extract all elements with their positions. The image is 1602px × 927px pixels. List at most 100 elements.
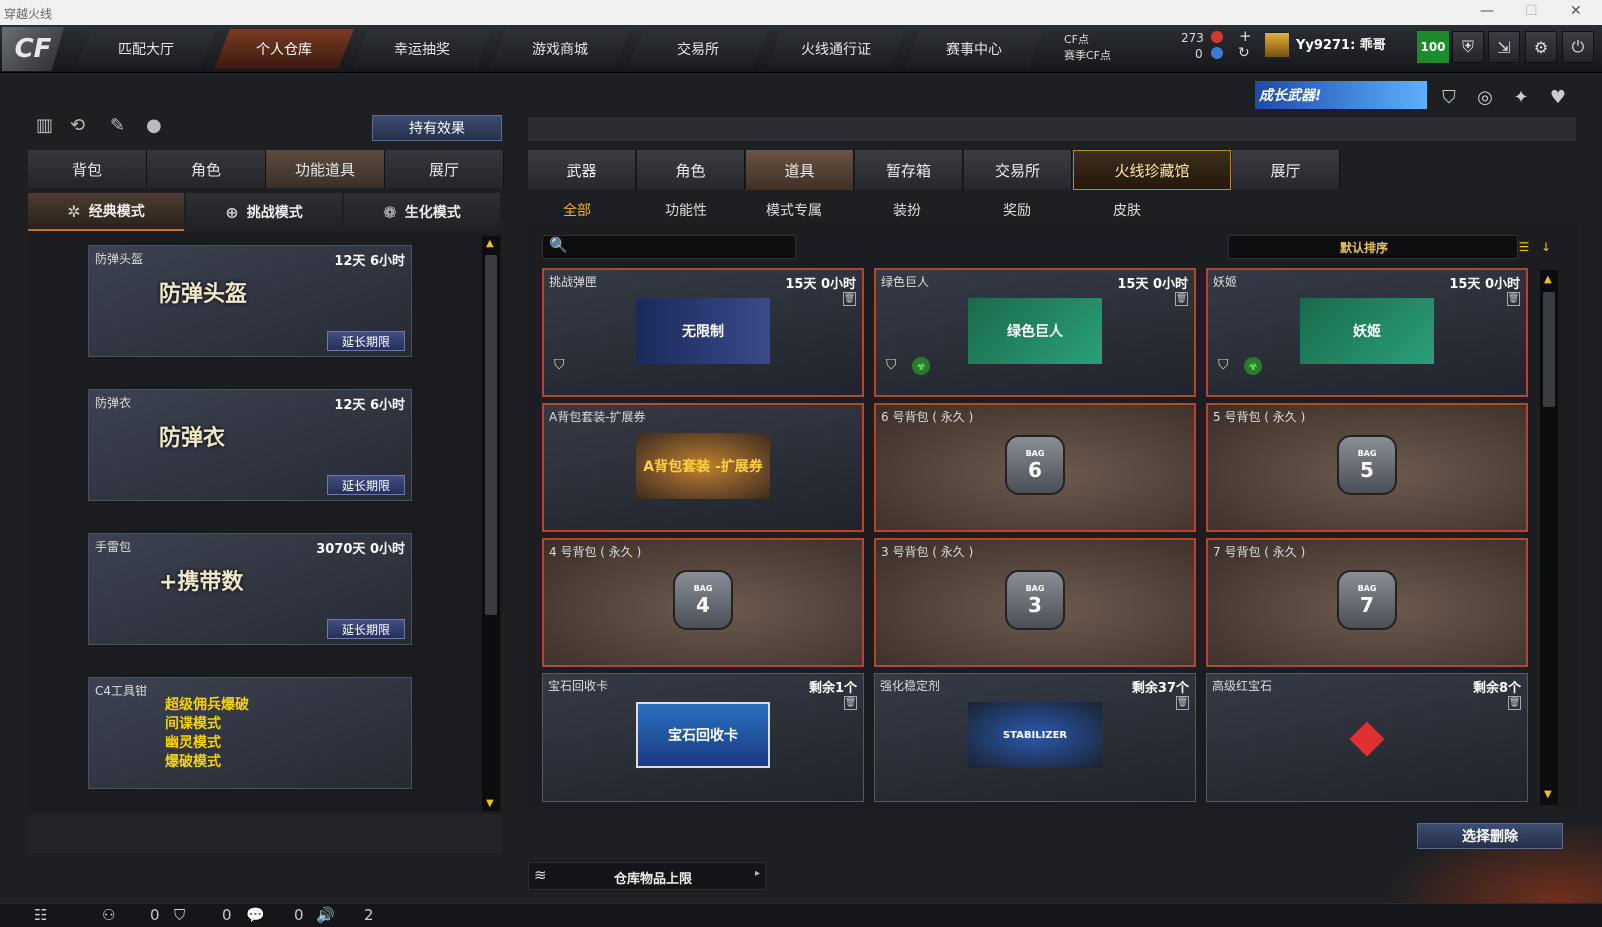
held-effects-button[interactable]: 持有效果 (372, 115, 502, 141)
friends-icon[interactable]: ⚇ (102, 906, 115, 924)
grid-scroll-thumb[interactable] (1543, 292, 1555, 407)
right-tab-3[interactable]: 暂存箱 (855, 150, 963, 190)
shield-icon[interactable]: ⛨ (1452, 31, 1484, 63)
left-item-card[interactable]: 手雷包 3070天 0小时 +携带数 延长期限 (88, 533, 412, 645)
bolt-icon[interactable]: ✦ (1508, 84, 1534, 110)
left-item-card[interactable]: 防弹头盔 12天 6小时 防弹头盔 延长期限 (88, 245, 412, 357)
search-input[interactable]: 🔍 (542, 235, 796, 259)
nav-tab-5[interactable]: 火线通行证 (766, 29, 906, 69)
trash-icon[interactable]: 🗑 (1175, 292, 1188, 306)
nav-tab-2[interactable]: 幸运抽奖 (352, 29, 492, 69)
right-tab-0[interactable]: 武器 (528, 150, 636, 190)
c4-mode-list: 超级佣兵爆破 间谍模式 幽灵模式 爆破模式 (165, 696, 249, 772)
item-card[interactable]: 高级红宝石 剩余8个 🗑 ◆ (1206, 673, 1528, 802)
select-delete-button[interactable]: 选择删除 (1417, 823, 1563, 849)
trash-icon[interactable]: 🗑 (843, 292, 856, 306)
stats-icon[interactable]: ▥ (36, 115, 53, 136)
clan-icon[interactable]: ⛉ (174, 906, 185, 924)
trash-icon[interactable]: 🗑 (1508, 696, 1521, 710)
exit-room-icon[interactable]: ⇲ (1488, 31, 1520, 63)
trash-icon[interactable]: 🗑 (844, 696, 857, 710)
grid-scroll-down-icon[interactable]: ▼ (1544, 789, 1552, 800)
nav-tab-3[interactable]: 游戏商城 (490, 29, 630, 69)
left-scroll-thumb[interactable] (485, 255, 497, 615)
sort-direction-icon[interactable]: ↓ (1538, 238, 1554, 256)
subtab-2[interactable]: 模式专属 (766, 200, 822, 220)
chat-icon[interactable]: 💬 (246, 906, 265, 924)
item-card[interactable]: 绿色巨人 15天 0小时 🗑 绿色巨人 ⛉ ☣ (874, 268, 1196, 397)
subtab-3[interactable]: 装扮 (893, 200, 921, 220)
badge-icon[interactable]: ⛉ (1436, 84, 1462, 110)
left-item-card[interactable]: 防弹衣 12天 6小时 防弹衣 延长期限 (88, 389, 412, 501)
item-card[interactable]: 强化稳定剂 剩余37个 🗑 STABILIZER (874, 673, 1196, 802)
left-tab-3[interactable]: 展厅 (385, 150, 504, 188)
c4-mode-line: 超级佣兵爆破 (165, 697, 249, 713)
right-tab-1[interactable]: 角色 (637, 150, 745, 190)
right-tab-4[interactable]: 交易所 (964, 150, 1072, 190)
item-card[interactable]: 宝石回收卡 剩余1个 🗑 宝石回收卡 (542, 673, 864, 802)
nav-tab-4[interactable]: 交易所 (628, 29, 768, 69)
maximize-icon[interactable]: ☐ (1525, 3, 1538, 19)
item-name: 5 号背包 ( 永久 ) (1213, 410, 1306, 424)
wrench-icon[interactable]: ✎ (110, 115, 125, 136)
item-name: 4 号背包 ( 永久 ) (549, 545, 642, 559)
nav-tab-0[interactable]: 匹配大厅 (76, 29, 216, 69)
nav-tab-6[interactable]: 赛事中心 (904, 29, 1044, 69)
subtab-0[interactable]: 全部 (563, 200, 591, 220)
subtab-4[interactable]: 奖励 (1003, 200, 1031, 220)
item-card[interactable]: 5 号背包 ( 永久 ) BAG 5 (1206, 403, 1528, 532)
speaker-icon[interactable]: 🔊 (316, 906, 335, 924)
scroll-down-icon[interactable]: ▼ (486, 798, 494, 809)
trash-icon[interactable]: 🗑 (1507, 292, 1520, 306)
season-cf-points-label: 赛季CF点 (1064, 49, 1112, 62)
scroll-up-icon[interactable]: ▲ (486, 238, 494, 249)
right-tab-5[interactable]: 火线珍藏馆 (1073, 150, 1231, 190)
left-item-name: 手雷包 (95, 540, 132, 554)
close-icon[interactable]: ✕ (1570, 3, 1582, 19)
subtab-5[interactable]: 皮肤 (1113, 200, 1141, 220)
left-tab-0[interactable]: 背包 (28, 150, 147, 188)
globe-icon[interactable]: ◎ (1472, 84, 1498, 110)
left-item-card[interactable]: C4工具钳 超级佣兵爆破 间谍模式 幽灵模式 爆破模式 (88, 677, 412, 789)
item-card[interactable]: 3 号背包 ( 永久 ) BAG 3 (874, 538, 1196, 667)
mode-2[interactable]: ❁ 生化模式 (344, 193, 500, 231)
sort-label: 默认排序 (1340, 241, 1389, 255)
nav-tab-1[interactable]: 个人仓库 (214, 29, 354, 69)
item-card[interactable]: 4 号背包 ( 永久 ) BAG 4 (542, 538, 864, 667)
item-card[interactable]: 7 号背包 ( 永久 ) BAG 7 (1206, 538, 1528, 667)
gear-icon[interactable]: ⚙ (1525, 31, 1557, 63)
level-badge[interactable]: 100 (1417, 31, 1449, 63)
chevron-right-icon[interactable]: ▸ (755, 868, 760, 879)
item-name: 绿色巨人 (881, 275, 930, 289)
subtab-1[interactable]: 功能性 (665, 200, 707, 220)
item-card[interactable]: 挑战弹匣 15天 0小时 🗑 无限制 ⛉ (542, 268, 864, 397)
power-icon[interactable]: ⏻ (1562, 31, 1594, 63)
refresh-icon[interactable]: ↻ (1238, 45, 1250, 61)
menu-icon[interactable]: ☷ (34, 906, 47, 924)
extend-button[interactable]: 延长期限 (327, 619, 405, 639)
left-tab-2[interactable]: 功能道具 (266, 150, 385, 188)
extend-button[interactable]: 延长期限 (327, 331, 405, 351)
trash-icon[interactable]: 🗑 (1176, 696, 1189, 710)
grenade-icon[interactable]: ● (146, 115, 162, 136)
right-tab-6[interactable]: 展厅 (1232, 150, 1340, 190)
growth-weapon-banner[interactable]: 成长武器! (1255, 81, 1427, 109)
avatar[interactable] (1264, 32, 1290, 58)
window-title: 穿越火线 (4, 7, 53, 21)
right-tab-2[interactable]: 道具 (746, 150, 854, 190)
volume-value: 2 (364, 906, 374, 924)
add-points-icon[interactable]: + (1239, 27, 1252, 45)
item-card[interactable]: 6 号背包 ( 永久 ) BAG 6 (874, 403, 1196, 532)
extend-button[interactable]: 延长期限 (327, 475, 405, 495)
item-card[interactable]: 妖姬 15天 0小时 🗑 妖姬 ⛉ ☣ (1206, 268, 1528, 397)
left-tab-1[interactable]: 角色 (147, 150, 266, 188)
friends-count: 0 (150, 906, 160, 924)
item-card[interactable]: A背包套装-扩展券 A背包套装 -扩展券 (542, 403, 864, 532)
wing-icon[interactable]: ♥ (1545, 84, 1571, 110)
rotate-icon[interactable]: ⟲ (70, 115, 85, 136)
list-view-icon[interactable]: ☰ (1516, 238, 1532, 256)
mode-0[interactable]: ✲ 经典模式 (28, 193, 184, 231)
mode-1[interactable]: ⊕ 挑战模式 (186, 193, 342, 231)
minimize-icon[interactable]: — (1480, 3, 1494, 19)
grid-scroll-up-icon[interactable]: ▲ (1544, 274, 1552, 285)
